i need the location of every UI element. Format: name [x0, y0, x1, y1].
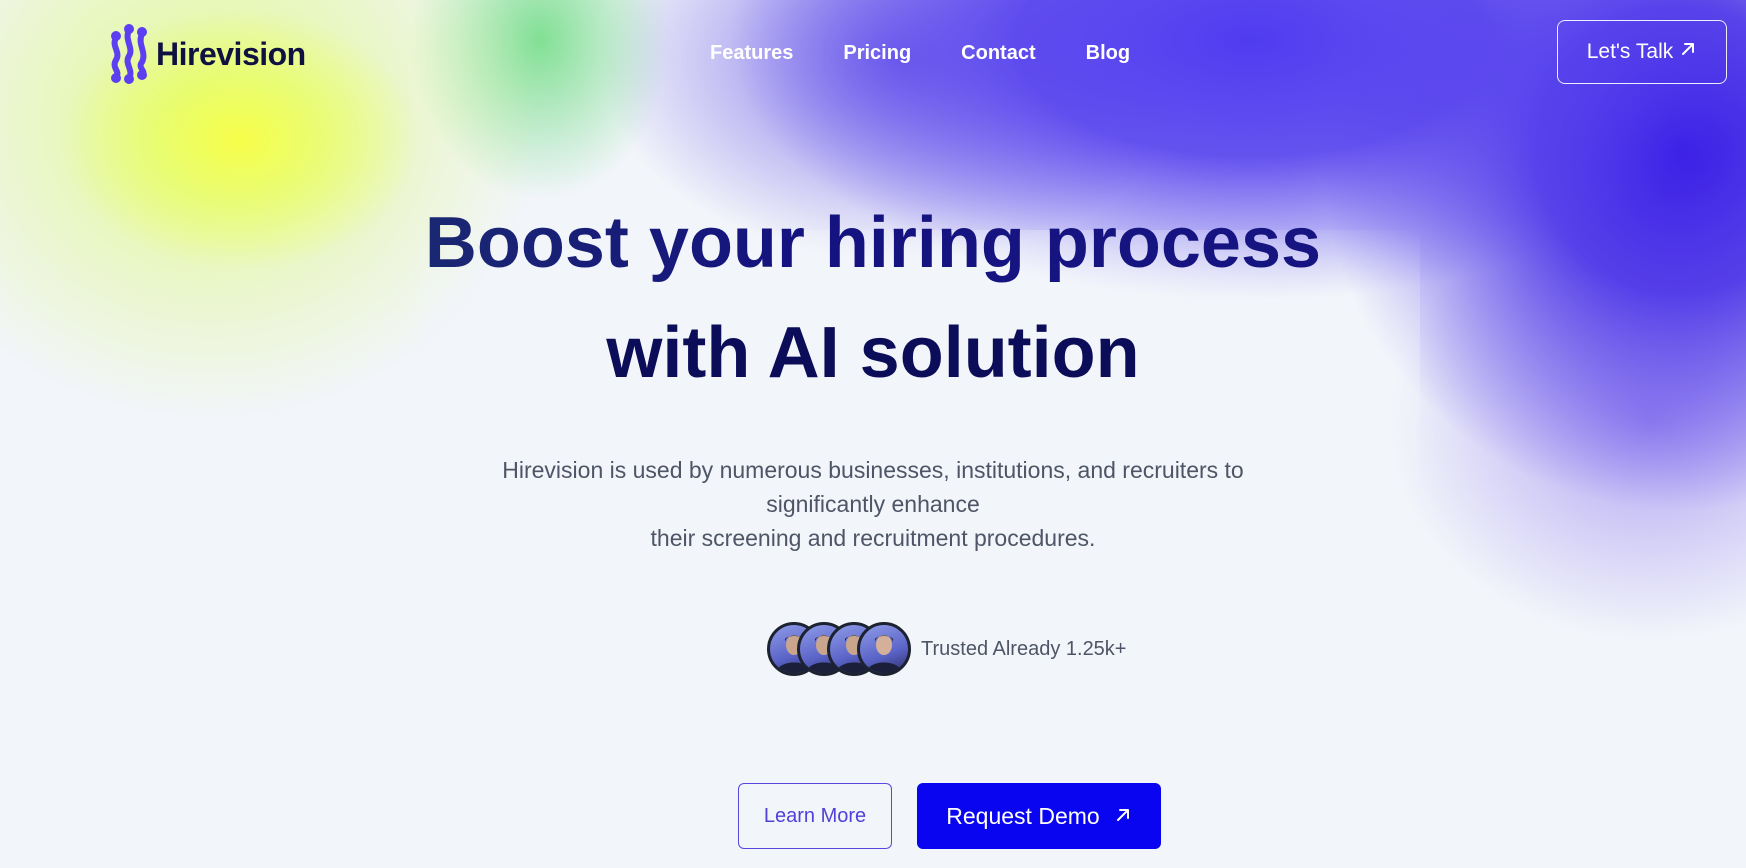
learn-more-button[interactable]: Learn More — [738, 783, 892, 849]
trusted-count-text: Trusted Already 1.25k+ — [921, 637, 1127, 660]
avatar — [857, 622, 911, 676]
arrow-up-right-icon — [1114, 803, 1132, 830]
hero-gradient-background — [0, 0, 1746, 868]
lets-talk-button[interactable]: Let's Talk — [1557, 20, 1727, 84]
hero-title: Boost your hiring process with AI soluti… — [0, 188, 1746, 408]
hero-subtitle-line1: Hirevision is used by numerous businesse… — [502, 457, 1244, 517]
request-demo-label: Request Demo — [946, 802, 1100, 829]
brand-name: Hirevision — [156, 35, 306, 72]
wave-dots-logo-icon — [108, 24, 150, 84]
avatar-stack — [767, 622, 911, 676]
trust-indicator: Trusted Already 1.25k+ — [767, 622, 1127, 676]
request-demo-button[interactable]: Request Demo — [917, 783, 1161, 849]
hero-title-line2: with AI solution — [606, 313, 1140, 393]
hero-subtitle: Hirevision is used by numerous businesse… — [440, 453, 1306, 555]
nav-item-features[interactable]: Features — [710, 42, 793, 65]
lets-talk-label: Let's Talk — [1586, 40, 1674, 63]
arrow-up-right-icon — [1679, 40, 1697, 64]
learn-more-label: Learn More — [763, 804, 867, 827]
nav-item-pricing[interactable]: Pricing — [843, 42, 911, 65]
nav-item-blog[interactable]: Blog — [1086, 42, 1130, 65]
brand-logo[interactable]: Hirevision — [108, 24, 306, 84]
main-nav: Features Pricing Contact Blog — [710, 42, 1130, 65]
hero-title-line1: Boost your hiring process — [0, 188, 1746, 298]
site-header: Hirevision Features Pricing Contact Blog… — [0, 0, 1746, 108]
hero-subtitle-line2: their screening and recruitment procedur… — [650, 525, 1096, 551]
nav-item-contact[interactable]: Contact — [961, 42, 1035, 65]
